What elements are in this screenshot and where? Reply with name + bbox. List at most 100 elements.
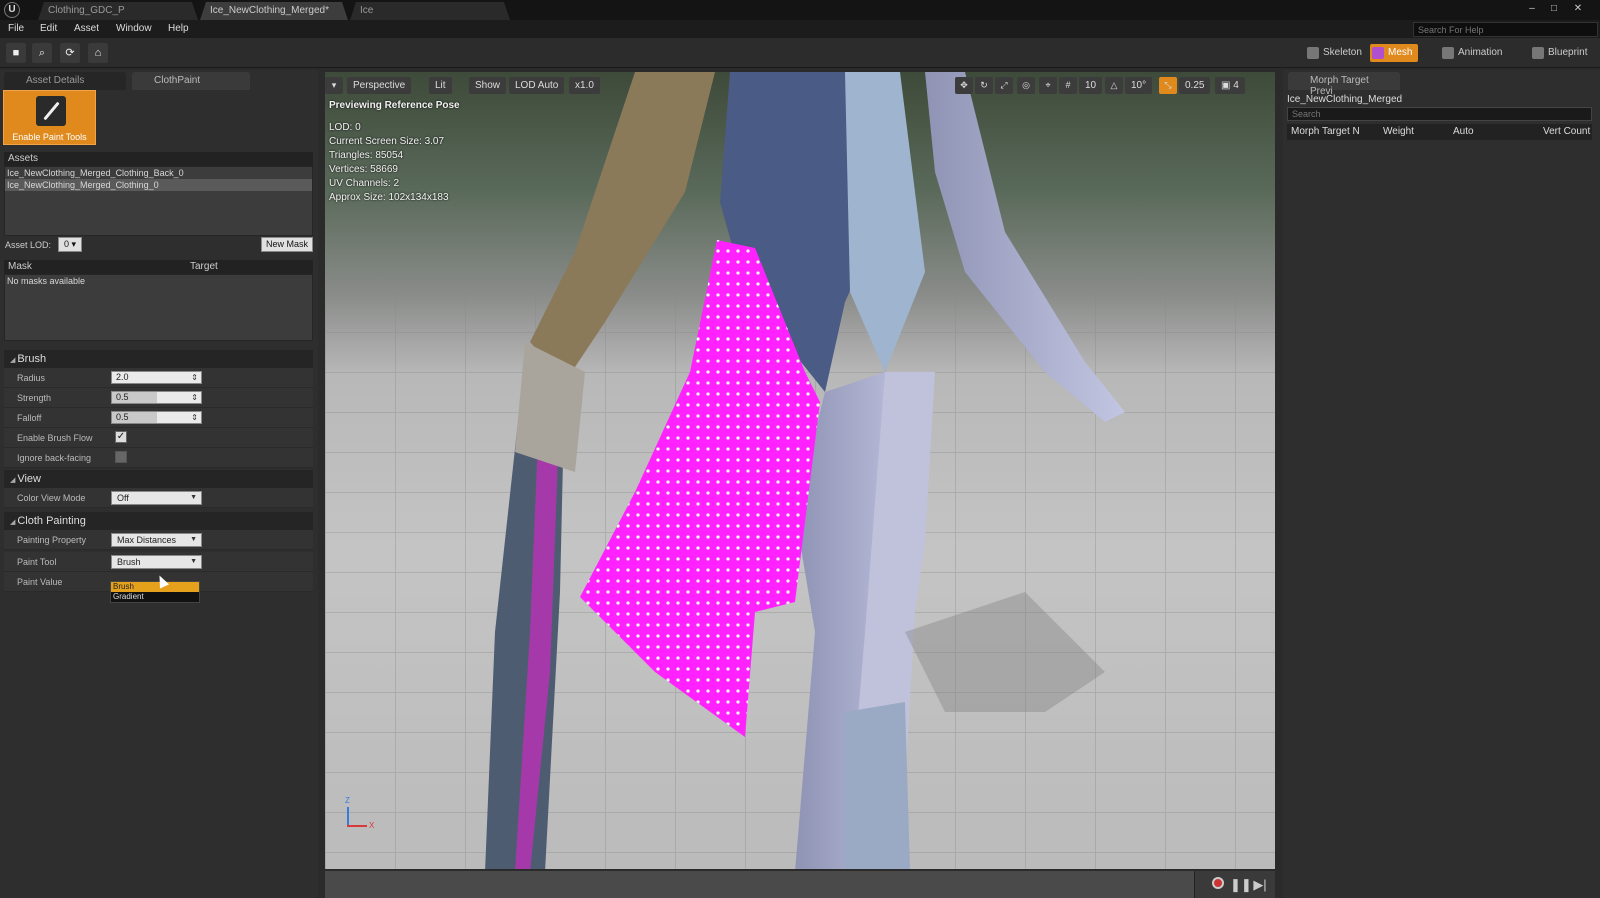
morph-column-auto[interactable]: Auto: [1453, 126, 1474, 137]
morph-column-weight[interactable]: Weight: [1383, 126, 1414, 137]
morph-asset-name: Ice_NewClothing_Merged: [1287, 94, 1403, 105]
doc-tab-merged[interactable]: Ice_NewClothing_Merged*: [200, 2, 348, 20]
strength-input[interactable]: 0.5 ⇕: [111, 391, 202, 404]
playback-speed-button[interactable]: x1.0: [569, 77, 600, 94]
menu-window[interactable]: Window: [116, 23, 152, 34]
axis-z-label: Z: [345, 796, 350, 805]
morph-column-name[interactable]: Morph Target N: [1291, 126, 1360, 137]
tab-morph-target-preview[interactable]: Morph Target Previ: [1288, 72, 1400, 97]
axis-z-line: [347, 807, 349, 827]
strength-value: 0.5: [116, 392, 129, 402]
paint-tool-combo[interactable]: Brush: [111, 555, 202, 569]
dropdown-option-gradient[interactable]: Gradient: [111, 592, 199, 602]
rotation-snap-icon[interactable]: △: [1105, 77, 1123, 94]
backfacing-checkbox[interactable]: [115, 451, 127, 463]
brush-category-header[interactable]: Brush: [4, 350, 313, 368]
painting-property-combo[interactable]: Max Distances: [111, 533, 202, 547]
no-masks-text: No masks available: [7, 276, 86, 286]
skeleton-icon: [1307, 47, 1319, 59]
viewport-menu-icon[interactable]: ▾: [325, 77, 343, 94]
asset-item-selected[interactable]: Ice_NewClothing_Merged_Clothing_0: [5, 179, 312, 191]
help-search-input[interactable]: [1413, 22, 1598, 37]
mode-blueprint-button[interactable]: Blueprint: [1530, 44, 1587, 62]
left-panel: Asset Details ClothPaint Enable Paint To…: [0, 70, 318, 898]
stat-lod: LOD: 0: [329, 122, 361, 133]
stat-triangles: Triangles: 85054: [329, 150, 404, 161]
color-view-label: Color View Mode: [17, 493, 86, 503]
browse-icon[interactable]: ⌕: [32, 43, 52, 63]
unreal-logo-icon[interactable]: U: [4, 2, 20, 18]
mask-table-header: Mask Target: [4, 260, 313, 274]
grid-snap-icon[interactable]: #: [1059, 77, 1077, 94]
reimport-icon[interactable]: ⟳: [60, 43, 80, 63]
viewport[interactable]: ▾ Perspective Lit Show LOD Auto x1.0 ✥ ↻…: [325, 72, 1275, 869]
mode-mesh-button[interactable]: Mesh: [1370, 44, 1419, 62]
pause-icon[interactable]: ❚❚: [1230, 877, 1252, 893]
enable-paint-tools-button[interactable]: Enable Paint Tools: [3, 90, 96, 145]
strength-row: Strength 0.5 ⇕: [4, 388, 313, 408]
timeline-scrubber[interactable]: [325, 871, 1195, 898]
new-mask-button[interactable]: New Mask: [261, 237, 313, 252]
camera-speed-value: 4: [1233, 80, 1239, 91]
maximize-button[interactable]: □: [1546, 2, 1562, 16]
tab-label: ClothPaint: [154, 75, 201, 86]
menu-edit[interactable]: Edit: [40, 23, 57, 34]
painting-property-row: Painting Property Max Distances: [4, 530, 313, 550]
backfacing-label: Ignore back-facing: [17, 453, 92, 463]
right-armor: [845, 72, 925, 372]
main-toolbar: ■ ⌕ ⟳ ⌂ Skeleton Mesh Animation Blueprin…: [0, 38, 1600, 68]
mode-animation-button[interactable]: Animation: [1440, 44, 1502, 62]
save-icon[interactable]: ■: [6, 43, 26, 63]
assets-list: Ice_NewClothing_Merged_Clothing_Back_0 I…: [4, 166, 313, 236]
translate-icon[interactable]: ✥: [955, 77, 973, 94]
menu-asset[interactable]: Asset: [74, 23, 99, 34]
dropdown-option-brush[interactable]: Brush: [111, 582, 199, 592]
asset-lod-combo[interactable]: 0 ▾: [58, 237, 82, 252]
radius-input[interactable]: 2.0 ⇕: [111, 371, 202, 384]
radius-row: Radius 2.0 ⇕: [4, 368, 313, 388]
asset-item[interactable]: Ice_NewClothing_Merged_Clothing_Back_0: [5, 167, 312, 179]
stat-uv-channels: UV Channels: 2: [329, 178, 400, 189]
step-forward-icon[interactable]: ▶|: [1252, 877, 1268, 893]
menu-help[interactable]: Help: [168, 23, 189, 34]
radius-label: Radius: [17, 373, 46, 383]
camera-speed-button[interactable]: ▣ 4: [1215, 77, 1245, 94]
brush-flow-checkbox[interactable]: ✓: [115, 431, 127, 443]
rotation-snap-button[interactable]: 10°: [1125, 77, 1153, 94]
view-category-header[interactable]: View: [4, 470, 313, 488]
surface-snap-icon[interactable]: ⌖: [1039, 77, 1057, 94]
title-bar: U Clothing_GDC_P Ice_NewClothing_Merged*…: [0, 0, 1600, 20]
minimize-button[interactable]: –: [1524, 2, 1540, 16]
scale-icon[interactable]: ⤢: [995, 77, 1013, 94]
doc-tab-ice[interactable]: Ice: [350, 2, 510, 20]
radius-value: 2.0: [116, 372, 129, 382]
scale-snap-icon[interactable]: ⤡: [1159, 77, 1177, 94]
paint-tool-dropdown: Brush Gradient: [110, 581, 200, 603]
tab-clothpaint[interactable]: ClothPaint: [132, 72, 250, 90]
color-view-combo[interactable]: Off: [111, 491, 202, 505]
menu-bar: File Edit Asset Window Help: [0, 20, 1600, 38]
color-view-row: Color View Mode Off: [4, 488, 313, 508]
mode-skeleton-button[interactable]: Skeleton: [1305, 44, 1362, 62]
record-icon[interactable]: [1210, 877, 1226, 893]
lit-button[interactable]: Lit: [429, 77, 452, 94]
lod-button[interactable]: LOD Auto: [509, 77, 565, 94]
doc-tab-clothing[interactable]: Clothing_GDC_P: [38, 2, 198, 20]
tab-asset-details[interactable]: Asset Details: [4, 72, 126, 90]
grid-size-button[interactable]: 10: [1079, 77, 1103, 94]
transport-bar: ❚❚ ▶|: [325, 871, 1275, 898]
morph-column-vert-count[interactable]: Vert Count: [1543, 126, 1590, 137]
target-column: Target: [190, 261, 218, 272]
rotate-icon[interactable]: ↻: [975, 77, 993, 94]
scale-snap-button[interactable]: 0.25: [1179, 77, 1211, 94]
morph-search-input[interactable]: [1287, 107, 1592, 121]
show-button[interactable]: Show: [469, 77, 507, 94]
skeleton-home-icon[interactable]: ⌂: [88, 43, 108, 63]
perspective-button[interactable]: Perspective: [347, 77, 412, 94]
falloff-input[interactable]: 0.5 ⇕: [111, 411, 202, 424]
cloth-painting-category-header[interactable]: Cloth Painting: [4, 512, 313, 530]
asset-lod-label: Asset LOD:: [5, 240, 52, 250]
close-button[interactable]: ✕: [1570, 2, 1586, 16]
world-icon[interactable]: ◎: [1017, 77, 1035, 94]
menu-file[interactable]: File: [8, 23, 24, 34]
